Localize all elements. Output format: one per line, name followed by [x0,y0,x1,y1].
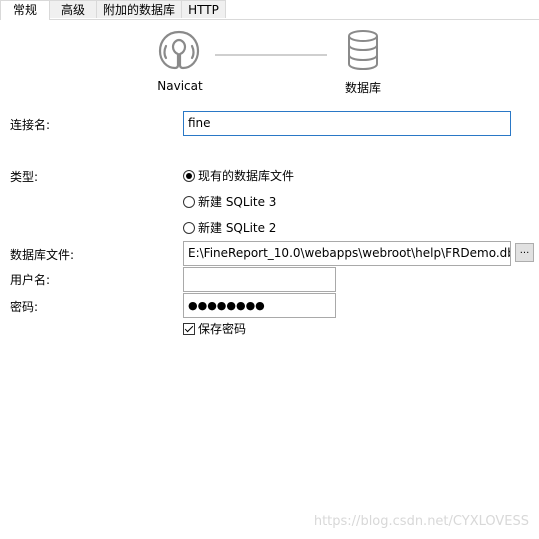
radio-new-sqlite3-label: 新建 SQLite 3 [198,195,277,209]
save-password-checkbox[interactable]: 保存密码 [183,320,246,337]
radio-existing-db-file-indicator[interactable] [183,169,195,182]
radio-new-sqlite2-label: 新建 SQLite 2 [198,221,277,235]
password-label: 密码: [10,300,39,314]
radio-new-sqlite2[interactable]: 新建 SQLite 2 [183,219,276,236]
tab-http[interactable]: HTTP [181,0,226,18]
navicat-label: Navicat [157,79,203,93]
save-password-label: 保存密码 [198,322,247,336]
database-icon [345,28,381,72]
radio-new-sqlite2-indicator[interactable] [183,221,195,234]
radio-existing-db-file-label: 现有的数据库文件 [198,169,295,183]
tab-general[interactable]: 常规 [0,0,50,20]
tab-attached-databases[interactable]: 附加的数据库 [96,0,182,18]
connection-name-label: 连接名: [10,118,51,132]
connection-name-input[interactable]: fine [183,111,511,136]
radio-existing-db-file[interactable]: 现有的数据库文件 [183,167,294,184]
radio-new-sqlite3-indicator[interactable] [183,195,195,208]
db-file-label: 数据库文件: [10,248,75,262]
watermark: https://blog.csdn.net/CYXLOVESS [313,514,529,529]
username-label: 用户名: [10,273,51,287]
username-input[interactable] [183,267,336,292]
tab-bar: 常规 高级 附加的数据库 HTTP [0,0,539,20]
db-file-input[interactable]: E:\FineReport_10.0\webapps\webroot\help\… [183,241,511,266]
radio-new-sqlite3[interactable]: 新建 SQLite 3 [183,193,276,210]
tab-advanced[interactable]: 高级 [49,0,97,18]
database-label: 数据库 [344,81,381,95]
connector-line [215,54,327,56]
browse-button[interactable]: ... [515,243,534,262]
password-input[interactable]: ●●●●●●●● [183,293,336,318]
navicat-logo-icon [157,28,201,72]
type-label: 类型: [10,170,39,184]
save-password-checkbox-indicator[interactable] [183,322,195,335]
